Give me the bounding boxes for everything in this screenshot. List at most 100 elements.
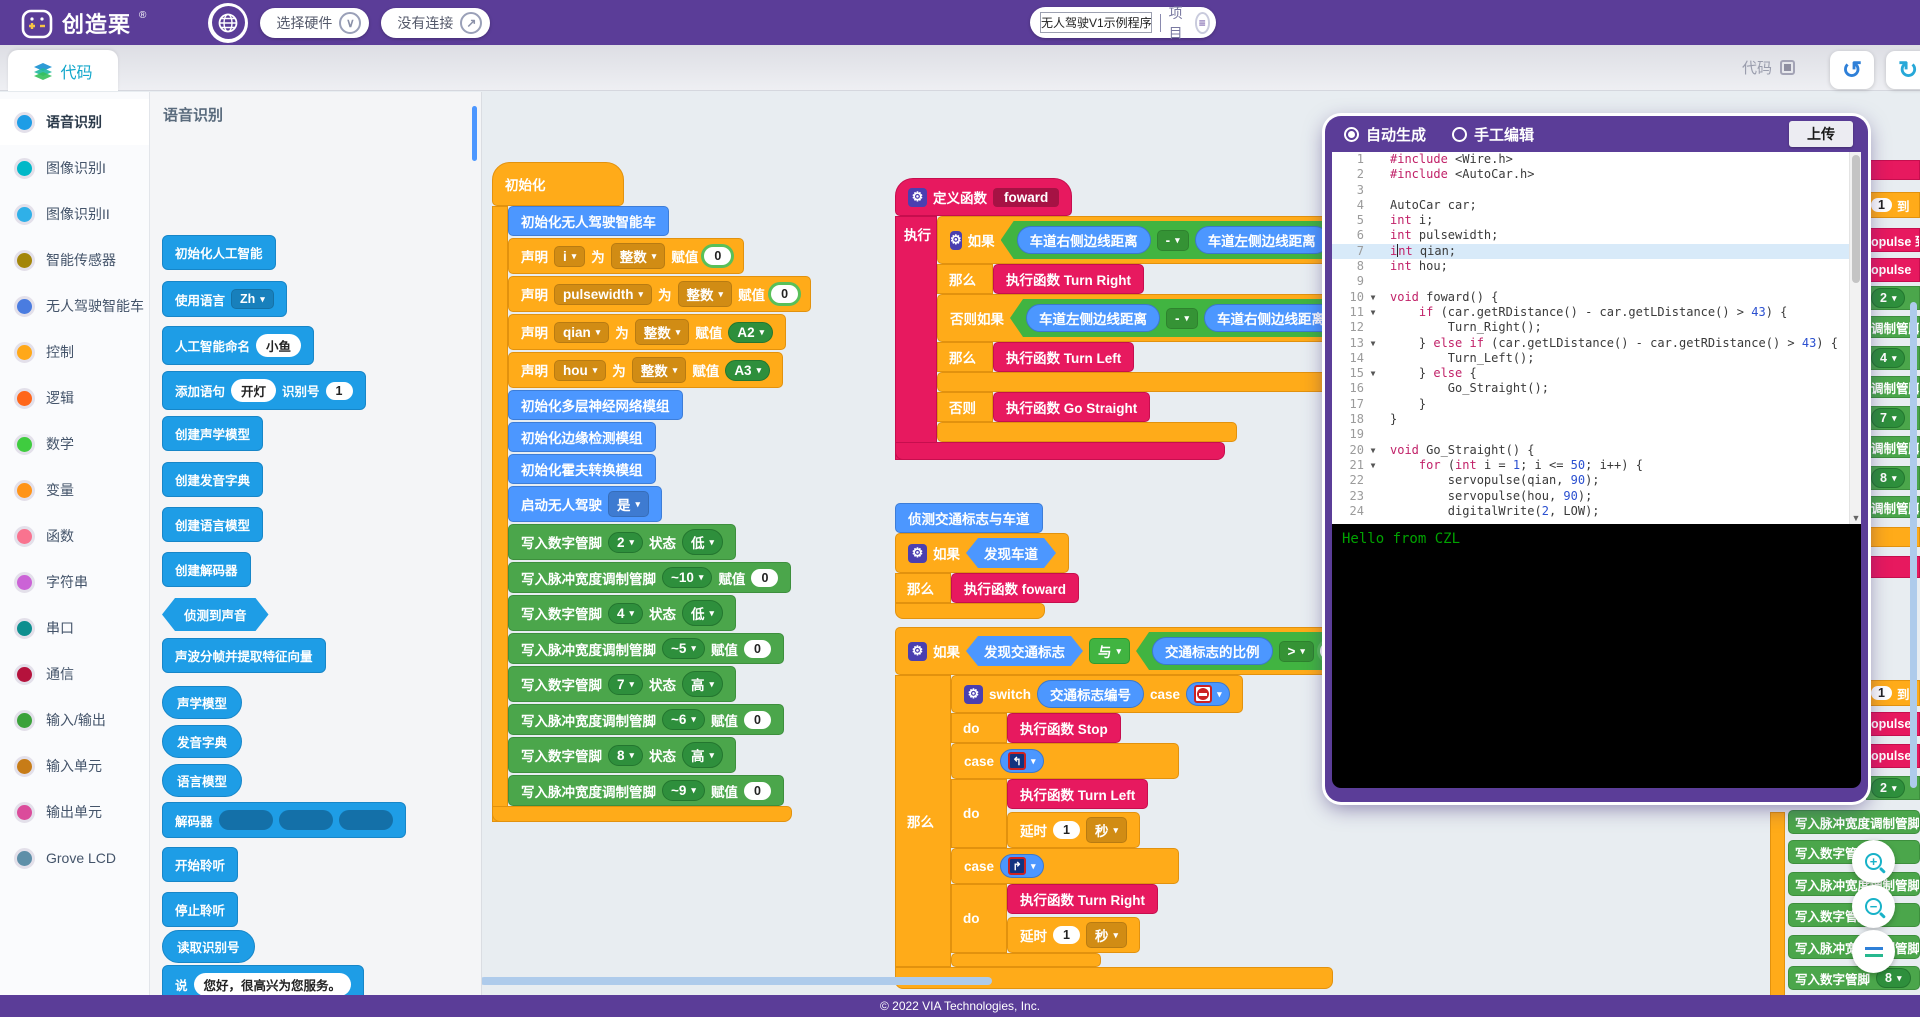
input-slot[interactable] xyxy=(339,810,393,830)
block-dropdown[interactable]: ~10▾ xyxy=(662,567,712,588)
sidebar-item-Grove LCD[interactable]: Grove LCD xyxy=(0,835,149,881)
stack-block[interactable]: 执行函数 Turn Left xyxy=(993,342,1134,372)
block-dropdown[interactable]: 低▾ xyxy=(682,600,723,626)
block-dropdown[interactable]: 高▾ xyxy=(682,742,723,768)
clipped-pin-block[interactable]: 写入数字管脚8▾ xyxy=(1788,966,1920,990)
palette-block[interactable]: 添加语句开灯识别号1 xyxy=(162,371,366,410)
block-dropdown[interactable]: 2▾ xyxy=(1871,288,1905,308)
sidebar-item-图像识别I[interactable]: 图像识别I xyxy=(0,145,149,191)
code-editor[interactable]: 1#include <Wire.h>2#include <AutoCar.h>3… xyxy=(1332,152,1861,524)
palette-block[interactable]: 声波分帧并提取特征向量 xyxy=(162,638,326,673)
block-dropdown[interactable]: 整数▾ xyxy=(678,281,733,307)
reporter-block[interactable]: 交通标志的比例 xyxy=(1152,637,1273,665)
block-dropdown[interactable]: 4▾ xyxy=(608,603,643,624)
zoom-out-button[interactable]: − xyxy=(1852,885,1895,928)
reporter-block[interactable]: 车道左侧边线距离 xyxy=(1195,226,1329,254)
stack-block[interactable]: 执行函数 Turn Right xyxy=(993,264,1144,294)
sidebar-item-通信[interactable]: 通信 xyxy=(0,651,149,697)
block-number-input[interactable]: 1 xyxy=(1053,926,1080,944)
block-number-input[interactable]: 0 xyxy=(744,782,771,800)
reporter-block[interactable]: 车道右侧边线距离 xyxy=(1017,226,1151,254)
gear-icon[interactable]: ⚙ xyxy=(908,642,927,661)
block-dropdown[interactable]: Zh▾ xyxy=(231,289,274,309)
fold-icon[interactable]: ▼ xyxy=(1366,290,1380,305)
palette-block[interactable]: 初始化人工智能 xyxy=(162,235,276,270)
palette-block[interactable]: 人工智能命名小鱼 xyxy=(162,326,314,365)
horizontal-scrollbar[interactable] xyxy=(480,977,992,985)
boolean-block[interactable]: 发现车道 xyxy=(966,538,1056,568)
clipped-block-fragment[interactable]: opulse xyxy=(1866,258,1920,282)
block-dropdown[interactable]: 2▾ xyxy=(1871,778,1905,798)
stack-block[interactable]: 声明pulsewidth▾为整数▾赋值0 xyxy=(508,276,811,312)
clipped-pin-block[interactable]: 写入脉冲宽度调制管脚 xyxy=(1788,872,1920,896)
sidebar-item-逻辑[interactable]: 逻辑 xyxy=(0,375,149,421)
stack-block[interactable]: 写入数字管脚7▾状态高▾ xyxy=(508,666,736,702)
block-dropdown[interactable]: 高▾ xyxy=(682,671,723,697)
block-number-input[interactable]: 1 xyxy=(1871,686,1892,700)
palette-block[interactable]: 创建发音字典 xyxy=(162,462,263,497)
block-number-input[interactable]: 1 xyxy=(326,382,353,400)
block-dropdown[interactable]: A3▾ xyxy=(725,360,770,381)
palette-block[interactable]: 读取识别号 xyxy=(162,930,255,963)
block-dropdown[interactable]: hou▾ xyxy=(554,360,606,381)
select-hardware-button[interactable]: 选择硬件 ∨ xyxy=(260,8,369,38)
block-number-input[interactable]: 0 xyxy=(751,569,778,587)
palette-block[interactable]: 使用语言Zh▾ xyxy=(162,281,287,317)
palette-block[interactable]: 语言模型 xyxy=(162,764,242,797)
stack-block[interactable]: 执行函数 foward xyxy=(951,573,1079,603)
scrollbar-thumb[interactable] xyxy=(1852,155,1860,283)
palette-block[interactable]: 发音字典 xyxy=(162,725,242,758)
stack-block[interactable]: 声明i▾为整数▾赋值0 xyxy=(508,238,744,274)
hat-block[interactable]: 初始化 xyxy=(492,162,624,206)
block-dropdown[interactable]: 2▾ xyxy=(608,532,643,553)
stack-block[interactable]: 初始化多层神经网络模组 xyxy=(508,390,683,420)
operator-block[interactable]: 车道左侧边线距离-▾车道右侧边线距离 xyxy=(1010,299,1339,337)
zoom-in-button[interactable]: + xyxy=(1852,840,1895,883)
block-dropdown[interactable]: 秒▾ xyxy=(1086,817,1127,843)
block-dropdown[interactable]: -▾ xyxy=(1157,230,1189,251)
gear-icon[interactable]: ⚙ xyxy=(964,685,983,704)
connection-status-button[interactable]: 没有连接 ↗ xyxy=(381,8,490,38)
stack-block[interactable]: 写入脉冲宽度调制管脚~5▾赋值0 xyxy=(508,633,784,664)
sidebar-item-无人驾驶智能车[interactable]: 无人驾驶智能车 xyxy=(0,283,149,329)
block-dropdown[interactable]: -▾ xyxy=(1166,308,1198,329)
sidebar-item-图像识别II[interactable]: 图像识别II xyxy=(0,191,149,237)
clipped-block-fragment[interactable]: 1到 xyxy=(1866,192,1920,218)
stack-block[interactable]: 写入数字管脚4▾状态低▾ xyxy=(508,595,736,631)
palette-block[interactable]: 创建语言模型 xyxy=(162,507,263,542)
block-dropdown[interactable]: >▾ xyxy=(1279,641,1314,662)
sidebar-item-控制[interactable]: 控制 xyxy=(0,329,149,375)
stack-block[interactable]: 写入脉冲宽度调制管脚~9▾赋值0 xyxy=(508,775,784,806)
scroll-down-icon[interactable]: ▼ xyxy=(1850,513,1861,523)
block-dropdown[interactable]: 整数▾ xyxy=(611,243,666,269)
block-dropdown[interactable]: 4▾ xyxy=(1871,348,1905,368)
block-number-input[interactable]: 0 xyxy=(704,247,731,265)
input-slot[interactable] xyxy=(219,810,273,830)
block-dropdown[interactable]: pulsewidth▾ xyxy=(554,284,652,305)
stack-block[interactable]: ⚙如果发现车道 xyxy=(895,533,1069,573)
stack-block[interactable]: ⚙如果车道右侧边线距离-▾车道左侧边线距离>▾ xyxy=(937,216,1339,264)
stack-block[interactable]: 侦测交通标志与车道 xyxy=(895,503,1043,533)
sidebar-item-函数[interactable]: 函数 xyxy=(0,513,149,559)
sidebar-item-输入单元[interactable]: 输入单元 xyxy=(0,743,149,789)
stack-block[interactable]: 初始化无人驾驶智能车 xyxy=(508,206,669,236)
block-dropdown[interactable]: 8▾ xyxy=(608,745,643,766)
block-dropdown[interactable]: ~5▾ xyxy=(662,638,705,659)
stack-block[interactable]: 启动无人驾驶是▾ xyxy=(508,486,662,522)
traffic-sign-dropdown[interactable]: ▾ xyxy=(1186,682,1230,706)
traffic-sign-dropdown[interactable]: ↰▾ xyxy=(1000,749,1044,773)
stack-block[interactable]: 声明hou▾为整数▾赋值A3▾ xyxy=(508,352,783,388)
block-dropdown[interactable]: 是▾ xyxy=(608,491,649,517)
block-dropdown[interactable]: qian▾ xyxy=(554,322,609,343)
palette-block[interactable]: 解码器 xyxy=(162,802,406,838)
radio-manual-edit[interactable]: 手工编辑 xyxy=(1452,124,1534,145)
block-dropdown[interactable]: ~6▾ xyxy=(662,709,705,730)
code-scrollbar[interactable]: ▼ xyxy=(1849,152,1861,524)
block-number-input[interactable]: 0 xyxy=(744,711,771,729)
program-name-input[interactable] xyxy=(1040,12,1152,33)
stack-block[interactable]: 初始化霍夫转换模组 xyxy=(508,454,656,484)
sidebar-item-智能传感器[interactable]: 智能传感器 xyxy=(0,237,149,283)
sidebar-item-变量[interactable]: 变量 xyxy=(0,467,149,513)
block-stack[interactable]: 初始化初始化无人驾驶智能车声明i▾为整数▾赋值0声明pulsewidth▾为整数… xyxy=(492,162,811,822)
operator-block[interactable]: 车道右侧边线距离 -▾ 车道左侧边线距离 xyxy=(1001,221,1339,259)
